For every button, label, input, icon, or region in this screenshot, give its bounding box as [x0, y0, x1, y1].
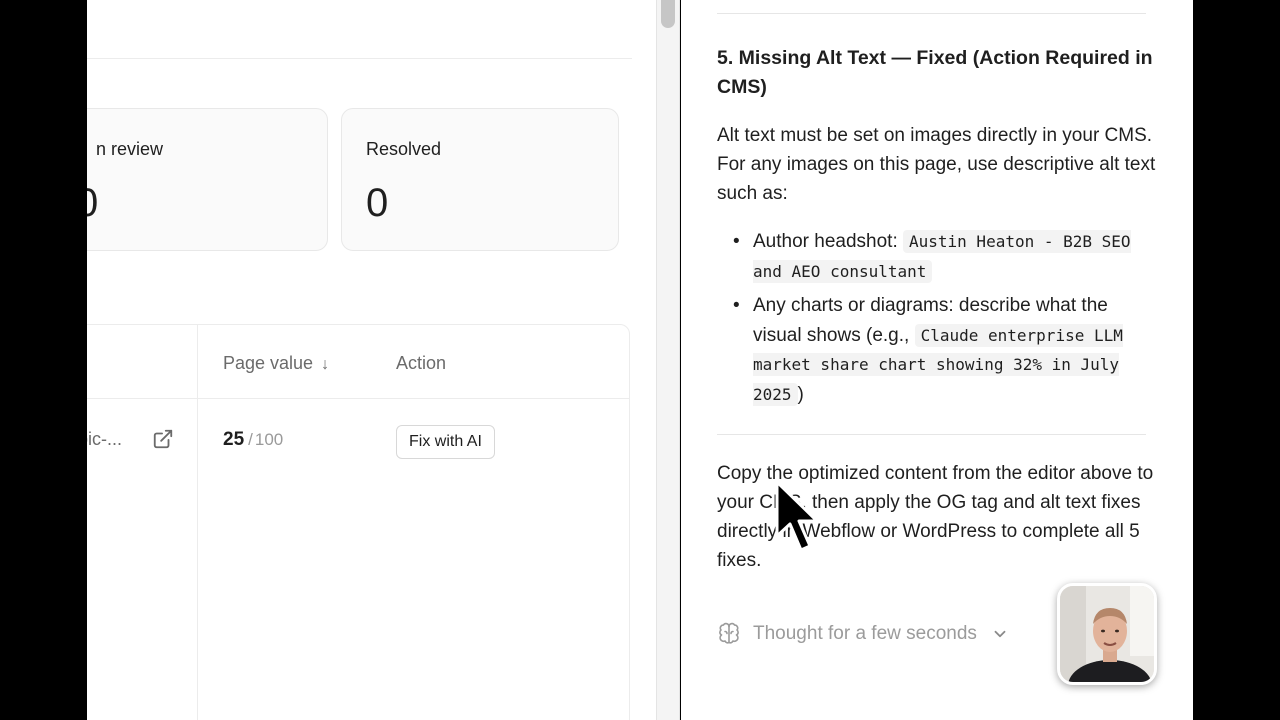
stat-label: Resolved [366, 139, 442, 159]
stat-label: n review [96, 139, 164, 159]
page-value-cell: 25/100 [223, 429, 283, 451]
column-header-label: Page value [223, 353, 314, 373]
bullet-text: Author headshot: [753, 231, 903, 252]
fix-with-ai-button[interactable]: Fix with AI [396, 425, 495, 459]
page-url-cell[interactable]: pic-... [87, 429, 122, 450]
report-pane: n review 0 Resolved 0 Page value ↓ Action… [87, 0, 656, 720]
column-header-page-value[interactable]: Page value ↓ [223, 353, 329, 374]
section-divider [717, 13, 1146, 14]
list-item: Any charts or diagrams: describe what th… [717, 291, 1157, 409]
intro-paragraph: Alt text must be set on images directly … [717, 125, 1156, 204]
scrollbar-thumb[interactable] [661, 0, 675, 28]
list-item: Author headshot: Austin Heaton - B2B SEO… [717, 227, 1157, 286]
pane-splitter[interactable] [656, 0, 680, 720]
external-link-icon[interactable] [152, 428, 174, 450]
bullet-suffix: ) [797, 383, 804, 405]
section-divider [717, 434, 1146, 435]
stat-value: 0 [87, 181, 99, 225]
webcam-overlay [1057, 583, 1157, 685]
cursor-arrow-icon [775, 480, 819, 552]
thought-label: Thought for a few seconds [753, 623, 977, 644]
stat-card-resolved: Resolved 0 [341, 108, 619, 251]
right-letterbox [1193, 0, 1280, 720]
table-header-divider [87, 398, 629, 399]
score-value: 25 [223, 429, 245, 450]
brain-icon [719, 622, 739, 644]
stat-card-in-review: n review 0 [87, 108, 328, 251]
score-separator: / [248, 430, 253, 449]
thought-toggle[interactable]: Thought for a few seconds [717, 620, 1009, 648]
alt-text-suggestions: Author headshot: Austin Heaton - B2B SEO… [717, 227, 1157, 414]
chevron-down-icon[interactable] [991, 625, 1009, 643]
score-max: 100 [254, 430, 284, 449]
presenter-video [1060, 586, 1154, 682]
section-title: 5. Missing Alt Text — Fixed (Action Requ… [717, 47, 1153, 98]
sort-down-icon[interactable]: ↓ [321, 356, 329, 374]
left-letterbox [0, 0, 87, 720]
issues-table: Page value ↓ Action pic-... 25/100 Fix wi… [87, 324, 630, 720]
column-divider [197, 325, 198, 720]
header-divider [87, 58, 632, 59]
column-header-action: Action [396, 353, 447, 373]
stat-value: 0 [366, 181, 389, 225]
